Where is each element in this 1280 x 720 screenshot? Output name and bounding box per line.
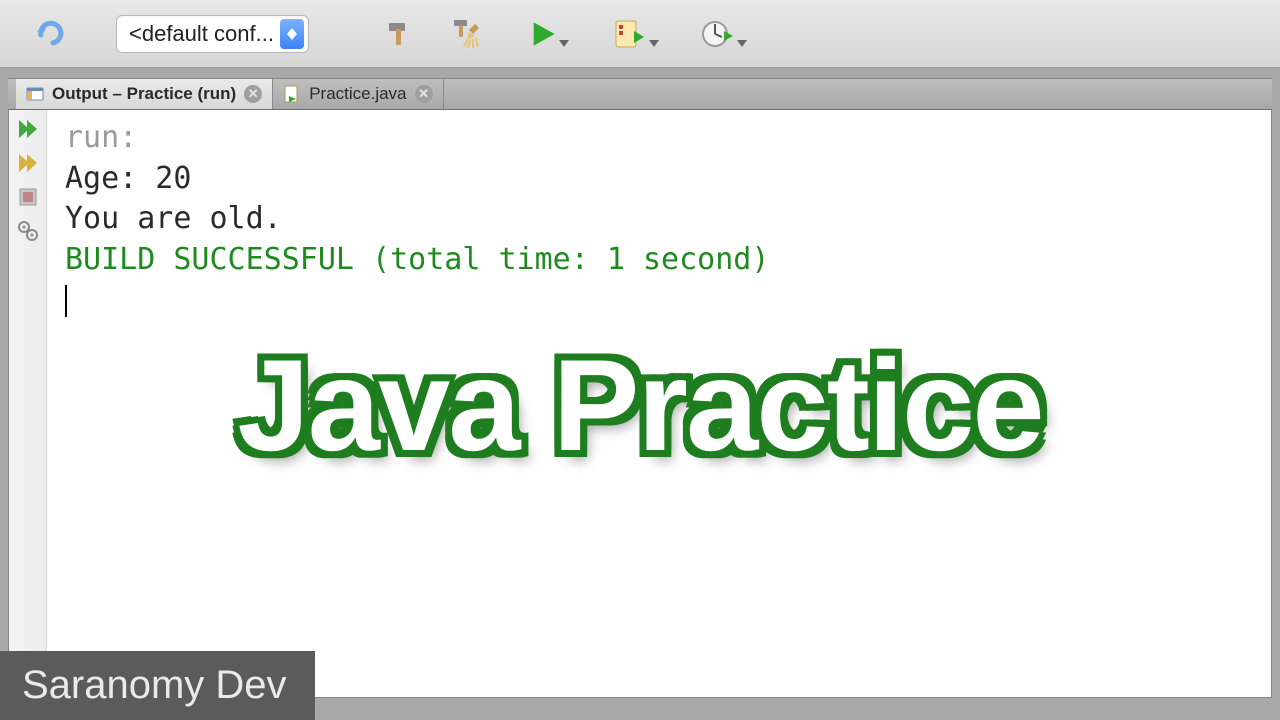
rerun-fast-icon	[17, 152, 39, 174]
output-panel: run: Age: 20 You are old. BUILD SUCCESSF…	[8, 110, 1272, 698]
editor-tabbar: Output – Practice (run) ✕ Practice.java …	[8, 78, 1272, 110]
console-line: You are old.	[65, 199, 1253, 240]
console-line: Age: 20	[65, 159, 1253, 200]
main-toolbar: <default conf...	[0, 0, 1280, 68]
settings-icon	[17, 220, 39, 242]
redo-button[interactable]	[28, 12, 72, 56]
chevron-down-icon	[737, 40, 747, 48]
stop-button[interactable]	[15, 184, 41, 210]
rerun-fast-button[interactable]	[15, 150, 41, 176]
tab-source-file[interactable]: Practice.java ✕	[273, 79, 443, 109]
build-button[interactable]	[377, 12, 421, 56]
tab-output[interactable]: Output – Practice (run) ✕	[16, 79, 273, 109]
output-settings-button[interactable]	[15, 218, 41, 244]
close-icon[interactable]: ✕	[244, 85, 262, 103]
hammer-icon	[382, 17, 416, 51]
debug-button[interactable]	[597, 12, 661, 56]
dropdown-arrows-icon	[280, 19, 304, 49]
output-gutter	[9, 110, 47, 697]
channel-watermark: Saranomy Dev	[0, 651, 315, 720]
rerun-icon	[17, 118, 39, 140]
redo-icon	[33, 17, 67, 51]
chevron-down-icon	[559, 40, 569, 48]
run-icon	[529, 20, 557, 48]
tab-label: Practice.java	[309, 84, 406, 104]
profile-button[interactable]	[685, 12, 749, 56]
run-config-label: <default conf...	[129, 21, 274, 47]
rerun-button[interactable]	[15, 116, 41, 142]
profile-icon	[700, 17, 734, 51]
debug-icon	[612, 17, 646, 51]
clean-build-icon	[449, 16, 485, 52]
run-button[interactable]	[513, 12, 573, 56]
console-output[interactable]: run: Age: 20 You are old. BUILD SUCCESSF…	[47, 110, 1271, 697]
clean-build-button[interactable]	[445, 12, 489, 56]
run-config-select[interactable]: <default conf...	[116, 15, 309, 53]
chevron-down-icon	[649, 40, 659, 48]
stop-icon	[18, 187, 38, 207]
tab-label: Output – Practice (run)	[52, 84, 236, 104]
close-icon[interactable]: ✕	[415, 85, 433, 103]
output-panel-icon	[26, 85, 44, 103]
console-line: BUILD SUCCESSFUL (total time: 1 second)	[65, 240, 1253, 281]
console-line: run:	[65, 118, 1253, 159]
text-cursor	[65, 285, 67, 317]
java-file-icon	[283, 85, 301, 103]
